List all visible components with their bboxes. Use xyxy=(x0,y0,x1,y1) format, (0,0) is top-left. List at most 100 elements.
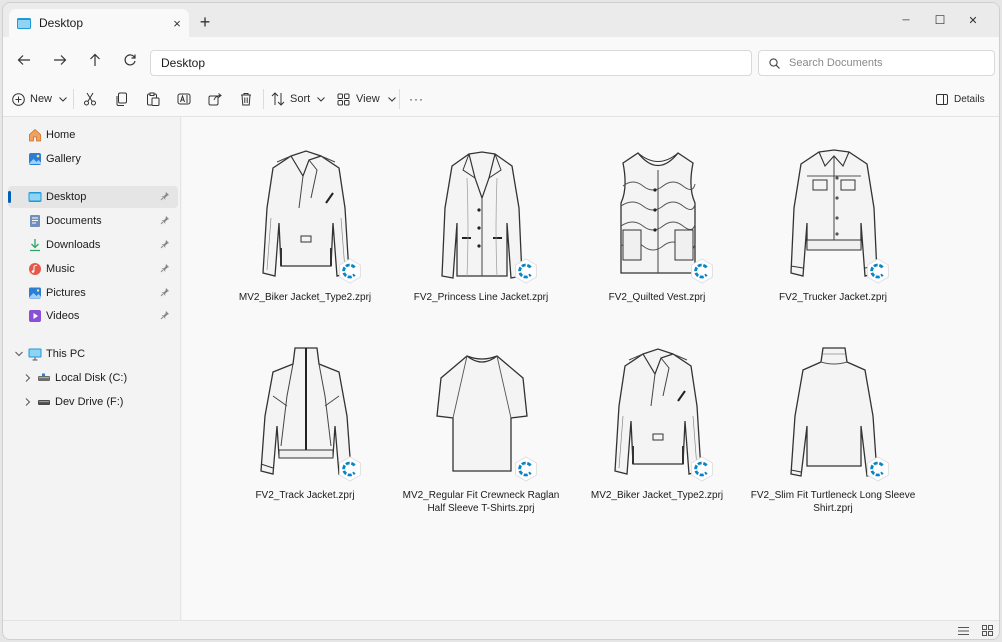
sidebar-item-dev-drive[interactable]: Dev Drive (F:) xyxy=(8,391,178,413)
refresh-icon xyxy=(124,54,136,66)
file-name: FV2_Princess Line Jacket.zprj xyxy=(413,292,549,303)
sidebar-item-home[interactable]: Home xyxy=(8,124,178,146)
file-item[interactable]: FV2_Track Jacket.zprj xyxy=(217,346,393,536)
new-label: New xyxy=(30,93,53,105)
file-name: FV2_Slim Fit Turtleneck Long Sleeve Shir… xyxy=(750,490,916,514)
file-item[interactable]: MV2_Biker Jacket_Type2.zprj xyxy=(217,148,393,338)
search-input[interactable] xyxy=(789,57,979,69)
address-bar[interactable]: Desktop xyxy=(150,50,752,76)
new-button[interactable]: New xyxy=(12,87,67,111)
tab-close-icon[interactable]: × xyxy=(165,16,189,31)
navigation-pane: Home Gallery Desktop Documents Downloads xyxy=(3,117,181,620)
chevron-right-icon[interactable] xyxy=(23,397,33,407)
chevron-down-icon[interactable] xyxy=(14,349,24,359)
sidebar-item-videos[interactable]: Videos xyxy=(8,305,178,327)
details-view-icon[interactable] xyxy=(958,626,969,636)
cut-button[interactable] xyxy=(83,87,97,111)
sort-button[interactable]: Sort xyxy=(271,87,326,111)
trash-icon xyxy=(241,93,251,106)
pin-icon xyxy=(160,311,169,320)
sidebar-item-label: Gallery xyxy=(46,153,81,165)
new-tab-button[interactable]: + xyxy=(195,12,215,32)
search-box[interactable] xyxy=(758,50,995,76)
divider xyxy=(263,89,264,109)
clo-badge-icon xyxy=(339,456,361,482)
sidebar-item-gallery[interactable]: Gallery xyxy=(8,148,178,170)
sidebar-item-desktop[interactable]: Desktop xyxy=(8,186,178,208)
copy-button[interactable] xyxy=(115,87,129,111)
close-button[interactable]: ✕ xyxy=(956,3,990,37)
sidebar-item-label: This PC xyxy=(46,348,86,360)
rename-icon xyxy=(177,93,191,105)
details-button[interactable]: Details xyxy=(936,87,985,111)
chevron-down-icon xyxy=(317,96,326,102)
sort-label: Sort xyxy=(290,93,311,105)
file-name: MV2_Biker Jacket_Type2.zprj xyxy=(238,292,372,303)
drive-icon xyxy=(38,373,50,381)
minimize-icon: ─ xyxy=(902,14,910,26)
file-item[interactable]: FV2_Slim Fit Turtleneck Long Sleeve Shir… xyxy=(745,346,921,536)
rename-button[interactable] xyxy=(177,87,191,111)
forward-arrow-icon xyxy=(54,55,67,65)
search-icon xyxy=(769,57,780,69)
up-arrow-icon xyxy=(90,53,100,66)
file-name: FV2_Trucker Jacket.zprj xyxy=(779,292,887,303)
sidebar-item-music[interactable]: Music xyxy=(8,258,178,280)
file-name: FV2_Track Jacket.zprj xyxy=(255,490,355,501)
chevron-right-icon[interactable] xyxy=(23,373,33,383)
maximize-button[interactable]: ☐ xyxy=(923,3,957,37)
refresh-button[interactable] xyxy=(119,49,141,71)
sidebar-item-this-pc[interactable]: This PC xyxy=(8,343,178,365)
back-button[interactable] xyxy=(13,49,35,71)
file-item[interactable]: FV2_Trucker Jacket.zprj xyxy=(745,148,921,338)
sidebar-item-label: Downloads xyxy=(46,239,101,251)
more-options-button[interactable]: ··· xyxy=(409,87,424,111)
close-icon: ✕ xyxy=(968,14,978,27)
file-name: MV2_Biker Jacket_Type2.zprj xyxy=(590,490,724,501)
divider xyxy=(399,89,400,109)
file-item[interactable]: MV2_Biker Jacket_Type2.zprj xyxy=(569,346,745,536)
pictures-icon xyxy=(29,287,41,299)
sidebar-item-pictures[interactable]: Pictures xyxy=(8,282,178,304)
share-button[interactable] xyxy=(208,87,222,111)
documents-icon xyxy=(30,215,40,227)
title-bar: Desktop × + ─ ☐ ✕ xyxy=(3,3,999,37)
paste-button[interactable] xyxy=(146,87,160,111)
desktop-icon xyxy=(28,192,42,202)
share-icon xyxy=(208,93,222,106)
divider xyxy=(73,89,74,109)
clo-badge-icon xyxy=(691,258,713,284)
status-bar xyxy=(3,620,999,639)
sidebar-item-local-disk[interactable]: Local Disk (C:) xyxy=(8,367,178,389)
drive-icon xyxy=(38,400,50,405)
desktop-folder-icon xyxy=(17,17,31,29)
chevron-down-icon xyxy=(59,96,67,102)
sidebar-item-label: Local Disk (C:) xyxy=(55,372,128,384)
tab-desktop[interactable]: Desktop × xyxy=(9,9,189,37)
forward-button[interactable] xyxy=(49,49,71,71)
details-label: Details xyxy=(954,93,985,105)
delete-button[interactable] xyxy=(239,87,253,111)
sidebar-item-documents[interactable]: Documents xyxy=(8,210,178,232)
address-row: Desktop xyxy=(3,37,999,81)
sidebar-item-downloads[interactable]: Downloads xyxy=(8,234,178,256)
paste-icon xyxy=(147,92,160,106)
sort-icon xyxy=(271,92,285,106)
large-icons-view-icon[interactable] xyxy=(982,625,993,636)
view-label: View xyxy=(356,93,380,105)
pin-icon xyxy=(160,264,169,273)
clo-badge-icon xyxy=(515,258,537,284)
file-explorer-window: Desktop × + ─ ☐ ✕ Desktop New xyxy=(2,2,1000,640)
new-plus-icon xyxy=(12,92,25,106)
file-item[interactable]: FV2_Princess Line Jacket.zprj xyxy=(393,148,569,338)
up-button[interactable] xyxy=(84,49,106,71)
view-button[interactable]: View xyxy=(337,87,396,111)
file-item[interactable]: FV2_Quilted Vest.zprj xyxy=(569,148,745,338)
file-item[interactable]: MV2_Regular Fit Crewneck Raglan Half Sle… xyxy=(393,346,569,536)
minimize-button[interactable]: ─ xyxy=(889,3,923,37)
view-grid-icon xyxy=(337,93,350,105)
copy-icon xyxy=(116,92,127,106)
pin-icon xyxy=(160,216,169,225)
videos-icon xyxy=(29,310,41,322)
music-icon xyxy=(29,263,41,275)
